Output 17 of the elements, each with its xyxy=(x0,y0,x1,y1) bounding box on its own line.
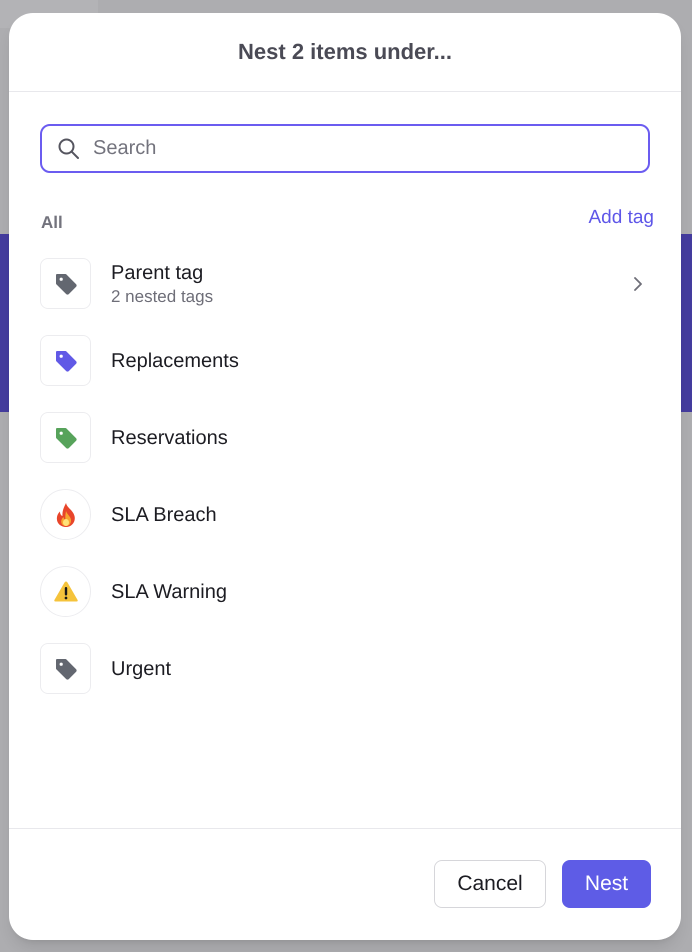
search-field[interactable]: Search xyxy=(40,124,650,173)
add-tag-link[interactable]: Add tag xyxy=(588,208,654,227)
tag-label[interactable]: Replacements xyxy=(111,348,239,374)
cancel-button[interactable]: Cancel xyxy=(434,860,546,908)
nested-count: 2 nested tags xyxy=(111,286,214,308)
search-icon xyxy=(58,138,79,159)
tag-label[interactable]: SLA Warning xyxy=(111,578,227,604)
section-label: All xyxy=(41,214,63,231)
tag-label[interactable]: SLA Breach xyxy=(111,502,217,528)
fire-icon xyxy=(54,502,76,528)
tag-label[interactable]: Parent tag xyxy=(111,260,204,286)
dialog-title: Nest 2 items under... xyxy=(238,41,452,63)
tag-label[interactable]: Urgent xyxy=(111,656,172,682)
warning-icon xyxy=(52,580,78,603)
chevron-right-icon[interactable] xyxy=(634,276,642,290)
nest-button[interactable]: Nest xyxy=(562,860,651,908)
tag-label[interactable]: Reservations xyxy=(111,424,228,450)
